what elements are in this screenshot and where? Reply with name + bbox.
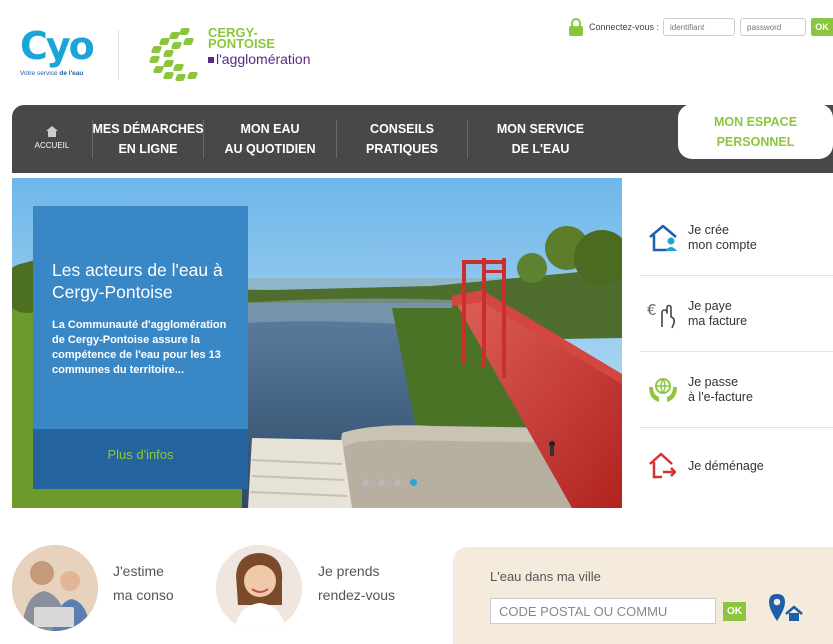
cyo-logo-mark: Cyo <box>20 24 95 68</box>
nav-label: MON EAU <box>240 122 300 136</box>
action-label: Je déménage <box>688 458 764 473</box>
nav-label: DE L'EAU <box>511 142 570 156</box>
carousel-dot-active[interactable] <box>410 479 417 486</box>
home-icon <box>46 126 58 137</box>
conso-family-photo[interactable] <box>12 545 98 631</box>
hero-more-info-button[interactable]: Plus d'infos <box>33 429 248 489</box>
login-ok-button[interactable]: OK <box>811 18 833 36</box>
hero-description: La Communauté d'agglomération de Cergy-P… <box>52 319 227 376</box>
nav-mon-espace-personnel[interactable]: MON ESPACE PERSONNEL <box>678 104 833 159</box>
nav-mes-demarches[interactable]: MES DÉMARCHES EN LIGNE <box>92 105 204 173</box>
location-pin-icon[interactable] <box>768 593 808 623</box>
nav-label: PERSONNEL <box>716 134 795 149</box>
hero-carousel[interactable]: Les acteurs de l'eau à Cergy-Pontoise La… <box>12 178 622 508</box>
nav-label: PRATIQUES <box>366 142 438 156</box>
svg-text:€: € <box>647 301 657 319</box>
appointment-label: Je prends <box>318 563 380 579</box>
nav-label: EN LIGNE <box>118 142 178 156</box>
nav-label: CONSEILS <box>370 122 434 136</box>
city-search-ok-button[interactable]: OK <box>723 602 746 621</box>
action-create-account[interactable]: Je crée mon compte <box>640 200 833 276</box>
appointment-photo[interactable] <box>216 545 302 631</box>
lock-icon <box>568 18 583 36</box>
action-label: Je passe à l'e-facture <box>688 374 753 404</box>
carousel-dots <box>362 479 426 486</box>
cyo-logo-tagline: Votre service de l'eau <box>20 70 84 77</box>
euro-hand-icon: € <box>646 297 680 331</box>
nav-mon-service[interactable]: MON SERVICE DE L'EAU <box>468 105 613 173</box>
login-label: Connectez-vous : <box>588 22 659 32</box>
carousel-dot[interactable] <box>362 479 369 486</box>
carousel-dot[interactable] <box>394 479 401 486</box>
nav-label: MES DÉMARCHES <box>92 122 204 136</box>
conso-label: J'estime <box>113 563 164 579</box>
login-bar: Connectez-vous : OK <box>568 14 833 40</box>
hero-title: Les acteurs de l'eau à Cergy-Pontoise <box>52 260 223 302</box>
house-user-icon <box>646 221 680 255</box>
postal-code-input[interactable] <box>490 598 716 624</box>
cyo-logo[interactable]: Cyo Votre service de l'eau <box>20 26 100 86</box>
main-nav: ACCUEIL MES DÉMARCHES EN LIGNE MON EAU A… <box>12 104 833 173</box>
hero-info-card: Les acteurs de l'eau à Cergy-Pontoise La… <box>33 206 248 489</box>
quick-actions: Je crée mon compte € Je paye ma facture Je… <box>640 200 833 504</box>
logo-divider <box>118 30 119 80</box>
conso-estimate-link[interactable]: J'estime ma conso <box>113 559 174 607</box>
cergy-pontoise-logo[interactable]: CERGY- PONTOISE l'agglomération <box>148 24 330 84</box>
action-label: Je paye ma facture <box>688 298 748 328</box>
bottom-bar: J'estime ma conso Je prends rendez-vous … <box>0 535 833 644</box>
nav-label: MON SERVICE <box>496 122 585 136</box>
action-moving[interactable]: Je déménage <box>640 428 833 504</box>
nav-mon-eau[interactable]: MON EAU AU QUOTIDIEN <box>204 105 336 173</box>
city-water-search: L'eau dans ma ville OK <box>453 547 833 644</box>
password-input[interactable] <box>740 18 806 36</box>
agglomeration-label: l'agglomération <box>208 51 311 67</box>
header: Cyo Votre service de l'eau CERGY- PONTOIS… <box>0 0 833 105</box>
cergy-pontoise-name: CERGY- PONTOISE <box>208 25 275 51</box>
nav-home[interactable]: ACCUEIL <box>12 105 92 173</box>
globe-hands-icon <box>646 373 680 407</box>
nav-label: AU QUOTIDIEN <box>224 142 316 156</box>
conso-label: ma conso <box>113 587 174 603</box>
username-input[interactable] <box>663 18 735 36</box>
nav-label: MON ESPACE <box>713 114 798 129</box>
cergy-pontoise-logo-mark <box>148 28 202 81</box>
action-label: Je crée mon compte <box>688 222 757 252</box>
city-search-title: L'eau dans ma ville <box>490 569 601 584</box>
house-move-icon <box>646 449 680 483</box>
appointment-label: rendez-vous <box>318 587 396 603</box>
carousel-dot[interactable] <box>378 479 385 486</box>
action-pay-bill[interactable]: € Je paye ma facture <box>640 276 833 352</box>
nav-conseils[interactable]: CONSEILS PRATIQUES <box>337 105 467 173</box>
nav-home-label: ACCUEIL <box>34 141 70 150</box>
appointment-link[interactable]: Je prends rendez-vous <box>318 559 395 607</box>
action-e-invoice[interactable]: Je passe à l'e-facture <box>640 352 833 428</box>
